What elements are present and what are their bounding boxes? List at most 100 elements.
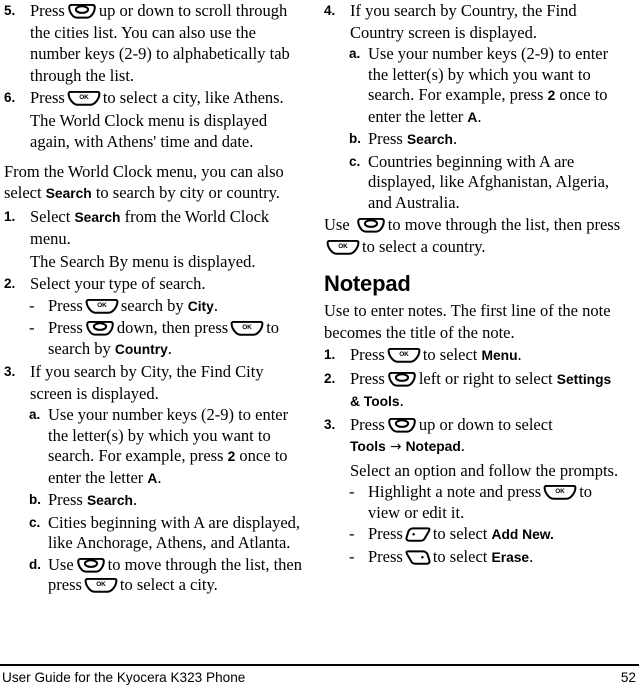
text-fragment: Press <box>350 414 385 434</box>
sub-list-item-text: Use your number keys (2-9) to enter the … <box>368 44 608 126</box>
notepad-intro-paragraph: Use to enter notes. The first line of th… <box>324 301 611 342</box>
bold-term: Search <box>86 493 133 508</box>
text-fragment: to search by city or country. <box>95 183 280 202</box>
text-fragment: Use <box>48 554 74 574</box>
list-marker: 2. <box>324 370 336 386</box>
list-marker: c. <box>29 514 41 530</box>
two-column-body: 5. Press up or down to scroll through the… <box>0 0 639 640</box>
bold-term: Notepad <box>405 439 461 454</box>
bold-term: Menu <box>481 348 518 363</box>
list-item-text: Select your type of search. <box>30 274 206 293</box>
list-item-text: Press up or down to select Tools → Notepad… <box>350 415 553 456</box>
svg-text:OK: OK <box>242 324 252 331</box>
text-fragment: Use <box>324 215 350 234</box>
list-marker: 1. <box>324 347 336 362</box>
svg-text:OK: OK <box>96 581 106 588</box>
sub-list-item: - Highlight a note and press OK to view or… <box>324 482 624 523</box>
text-fragment: Highlight a note and press <box>368 482 542 501</box>
text-fragment: Press <box>350 368 385 388</box>
ok-key-icon: OK <box>387 348 421 363</box>
list-marker: - <box>29 318 35 337</box>
text-fragment: left or right to select <box>418 368 553 388</box>
svg-text:OK: OK <box>555 488 565 495</box>
list-item: 1. Select Search from the World Clock me… <box>4 206 304 250</box>
arrow-icon: → <box>389 439 402 455</box>
bold-term: Tools <box>350 439 386 454</box>
use-navigation-paragraph: Use to move through the list, then press… <box>324 214 624 257</box>
navigation-key-icon <box>85 321 115 336</box>
list-item: 1. Press OK to select Menu. <box>324 344 624 367</box>
text-fragment: up or down to select <box>418 414 553 434</box>
list-item: 3. If you search by City, the Find City … <box>4 361 304 404</box>
text-fragment: to select a country. <box>362 236 486 256</box>
list-item-text: Press left or right to select Settings & … <box>350 369 611 411</box>
sub-list-item-text: Press Search. <box>48 490 137 509</box>
bold-term: 2 <box>547 88 556 103</box>
sub-list-item: a. Use your number keys (2-9) to enter t… <box>4 405 304 489</box>
text-fragment: to select <box>432 524 488 543</box>
list-item: 4. If you search by Country, the Find Co… <box>324 0 624 43</box>
svg-text:OK: OK <box>79 94 89 101</box>
bold-term: Search <box>45 186 92 201</box>
navigation-key-icon <box>67 4 97 19</box>
ok-key-icon: OK <box>67 91 101 106</box>
ok-key-icon: OK <box>543 485 577 500</box>
navigation-key-icon <box>76 557 106 573</box>
navigation-key-icon <box>356 218 386 233</box>
manual-page: 5. Press up or down to scroll through the… <box>0 0 639 690</box>
list-marker: - <box>349 524 355 543</box>
bold-term: City <box>187 298 214 314</box>
sub-list-item-text: Countries beginning with A are displayed… <box>368 151 610 212</box>
text-fragment: . <box>529 546 534 566</box>
text-fragment: . <box>167 338 172 358</box>
text-fragment: down, then press <box>116 318 229 337</box>
bold-term: Country <box>114 341 168 357</box>
text-fragment: . <box>133 490 138 509</box>
navigation-key-icon <box>387 417 417 433</box>
navigation-key-icon <box>387 371 417 387</box>
bold-term: Search <box>406 132 453 147</box>
text-fragment: Press <box>350 345 385 364</box>
left-column: 5. Press up or down to scroll through the… <box>4 0 304 597</box>
sub-list-item: c. Countries beginning with A are displa… <box>324 152 624 214</box>
list-marker: - <box>349 546 355 566</box>
list-item-text: Press up or down to scroll through the ci… <box>30 1 290 85</box>
list-item-text: If you search by Country, the Find Count… <box>350 1 577 42</box>
footer-title: User Guide for the Kyocera K323 Phone <box>2 670 246 685</box>
sub-list-item: c. Cities beginning with A are displayed… <box>4 513 304 554</box>
list-marker: a. <box>29 407 41 422</box>
svg-text:OK: OK <box>338 243 348 250</box>
text-fragment: Press <box>48 295 83 315</box>
sub-list-item-text: Highlight a note and press OK to view or e… <box>368 482 592 522</box>
list-item-text: If you search by City, the Find City scr… <box>30 362 264 403</box>
list-item: 2. Select your type of search. <box>4 273 304 295</box>
text-fragment: Press <box>368 524 403 543</box>
text-fragment: to select <box>422 345 478 364</box>
list-item: 6. Press OK to select a city, like Athens. <box>4 87 304 109</box>
sub-list-item-text: Press Search. <box>368 129 457 148</box>
sub-list-item: d. Use to move through the list, then pre… <box>4 555 304 596</box>
sub-list-item-text: Use your number keys (2-9) to enter the … <box>48 405 288 487</box>
text-fragment: Press <box>48 490 83 509</box>
step-result-text: The World Clock menu is displayed again,… <box>30 110 268 152</box>
list-marker: a. <box>349 46 361 61</box>
text-fragment: . <box>460 436 465 455</box>
left-softkey-icon <box>405 527 431 542</box>
list-item: 2. Press left or right to select Settings… <box>324 368 624 413</box>
sub-list-item: a. Use your number keys (2-9) to enter t… <box>324 44 624 128</box>
sub-list-item-text: Press to select Add New. <box>368 524 554 543</box>
list-marker: d. <box>29 556 41 572</box>
section-heading-notepad: Notepad <box>324 271 411 296</box>
intro-paragraph: From the World Clock menu, you can also … <box>4 161 304 205</box>
ok-key-icon: OK <box>230 321 264 336</box>
list-marker: 3. <box>324 416 336 432</box>
right-column: 4. If you search by Country, the Find Co… <box>324 0 624 569</box>
text-fragment: to select a city, like Athens. <box>102 88 284 107</box>
list-marker: b. <box>349 131 361 146</box>
footer-page-number: 52 <box>620 670 636 685</box>
ok-key-icon: OK <box>84 578 118 593</box>
list-marker: c. <box>349 153 361 169</box>
text-fragment: Select <box>30 206 71 226</box>
bold-term: Search <box>74 209 121 225</box>
